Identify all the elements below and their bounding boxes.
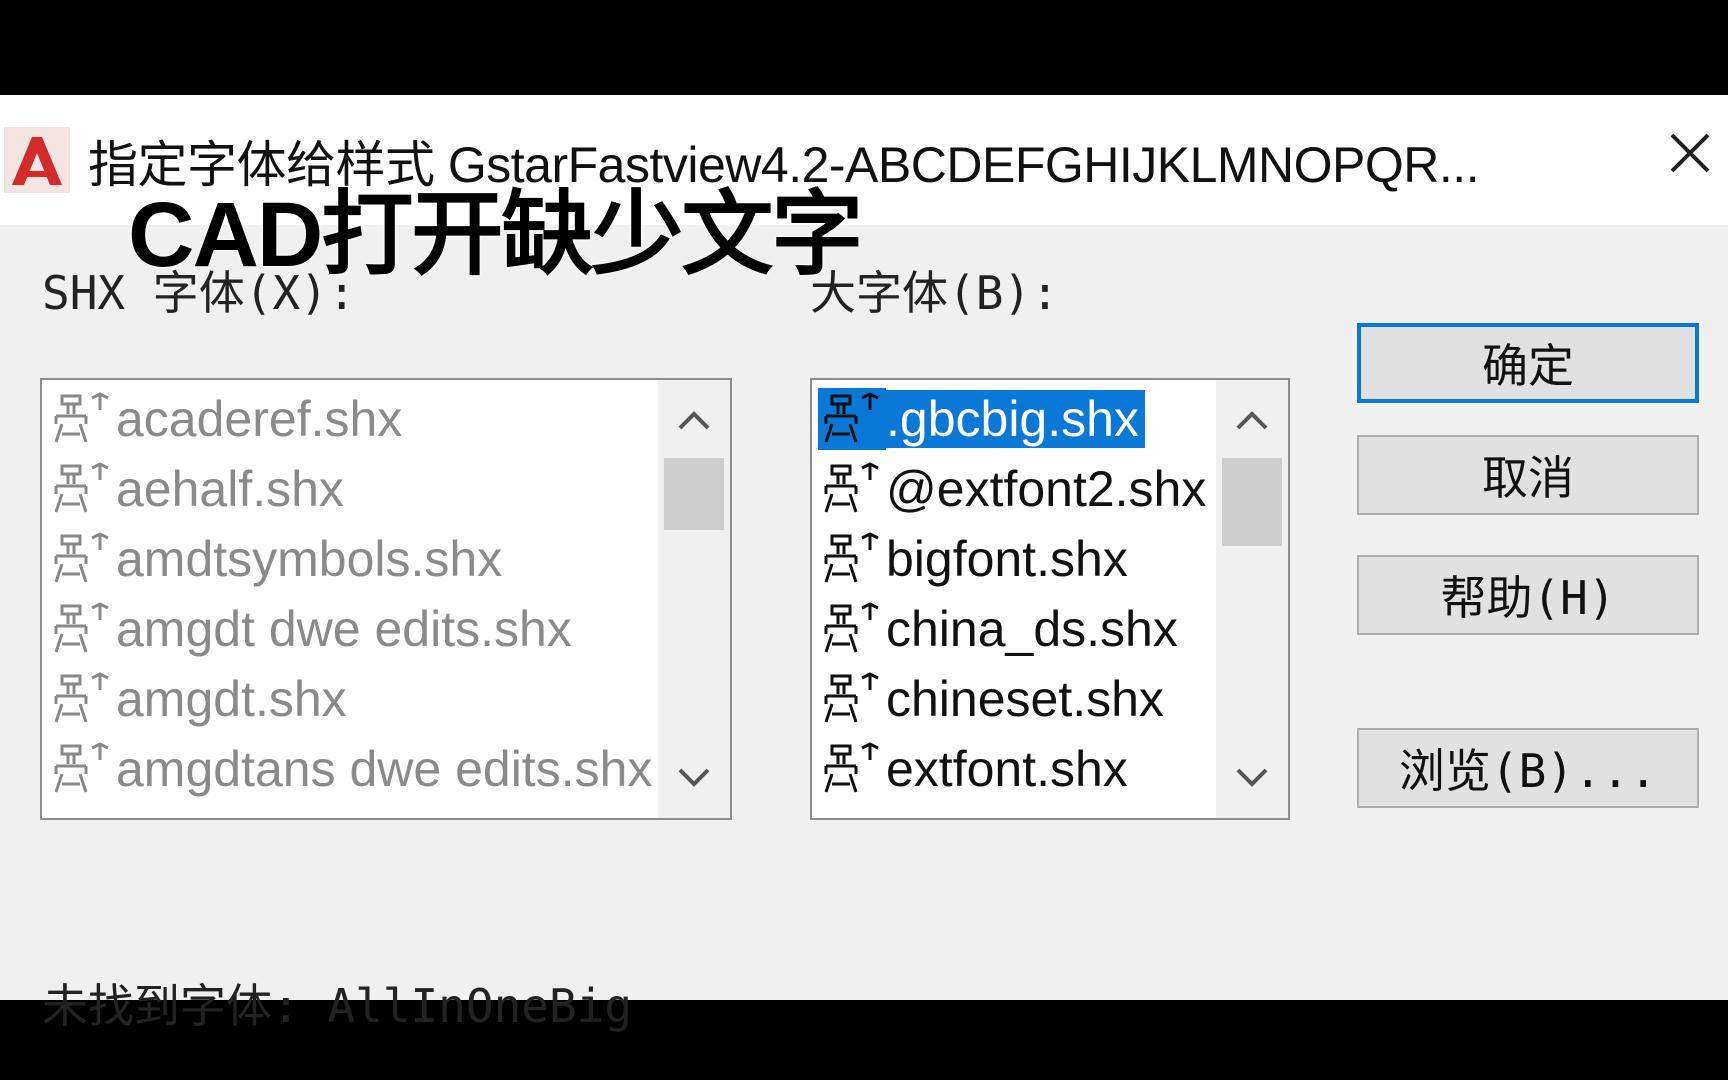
scroll-thumb[interactable] (1222, 458, 1282, 546)
list-item-label: amdtsymbols.shx (116, 531, 503, 587)
close-icon[interactable] (1660, 123, 1720, 183)
list-item[interactable]: @extfont2.shx (812, 454, 1214, 524)
list-item-label: amgdt dwe edits.shx (116, 601, 572, 657)
scroll-down-icon[interactable] (658, 742, 730, 812)
cancel-button[interactable]: 取消 (1357, 435, 1699, 515)
browse-button[interactable]: 浏览(B)... (1357, 728, 1699, 808)
list-item-label: bigfont.shx (886, 531, 1128, 587)
help-button[interactable]: 帮助(H) (1357, 555, 1699, 635)
list-item-label: extfont.shx (886, 741, 1128, 797)
missing-font-value: AllInOneBig (327, 979, 633, 1033)
big-font-list[interactable]: .gbcbig.shx @extfont2.shx bigfont.shx china… (810, 378, 1290, 820)
list-item[interactable]: extfont.shx (812, 734, 1214, 804)
list-item[interactable]: china_ds.shx (812, 594, 1214, 664)
list-item[interactable]: .gbcbig.shx (812, 384, 1214, 454)
shx-font-file-icon (818, 388, 886, 450)
list-item[interactable]: acaderef.shx (42, 384, 656, 454)
list-item-label: chineset.shx (886, 671, 1164, 727)
autocad-a-icon (4, 127, 70, 193)
list-item[interactable]: bigfont.shx (812, 524, 1214, 594)
scroll-thumb[interactable] (664, 458, 724, 530)
shx-font-file-icon (818, 738, 880, 800)
ok-button[interactable]: 确定 (1357, 323, 1699, 403)
list-item[interactable]: aehalf.shx (42, 454, 656, 524)
shx-font-file-icon (818, 528, 880, 590)
shx-font-file-icon (48, 668, 110, 730)
scroll-down-icon[interactable] (1216, 742, 1288, 812)
font-dialog: 指定字体给样式 GstarFastview4.2-ABCDEFGHIJKLMNO… (0, 95, 1728, 1033)
list-item[interactable]: chineset.shx (812, 664, 1214, 734)
shx-font-label: SHX 字体(X): (42, 266, 356, 320)
list-item-label: china_ds.shx (886, 601, 1178, 657)
list-item-label: amgdt.shx (116, 671, 347, 727)
big-font-scrollbar[interactable] (1216, 380, 1288, 818)
list-item[interactable]: amgdtans dwe edits.shx (42, 734, 656, 804)
list-item[interactable]: amgdt dwe edits.shx (42, 594, 656, 664)
list-item-label: .gbcbig.shx (886, 390, 1145, 448)
scroll-up-icon[interactable] (1216, 384, 1288, 454)
big-font-label: 大字体(B): (810, 266, 1059, 320)
shx-font-file-icon (48, 528, 110, 590)
scroll-up-icon[interactable] (658, 384, 730, 454)
shx-font-file-icon (48, 738, 110, 800)
shx-font-file-icon (818, 598, 880, 660)
shx-font-file-icon (48, 458, 110, 520)
list-item-label: acaderef.shx (116, 391, 403, 447)
list-item-label: aehalf.shx (116, 461, 344, 517)
list-item-label: amgdtans dwe edits.shx (116, 741, 653, 797)
shx-font-file-icon (818, 668, 880, 730)
list-item[interactable]: amdtsymbols.shx (42, 524, 656, 594)
shx-font-file-icon (48, 598, 110, 660)
missing-font-status: 未找到字体: AllInOneBig (42, 970, 632, 1036)
missing-font-label: 未找到字体: (42, 979, 300, 1033)
shx-font-file-icon (818, 458, 880, 520)
shx-font-scrollbar[interactable] (658, 380, 730, 818)
list-item-label: @extfont2.shx (886, 461, 1207, 517)
shx-font-list[interactable]: acaderef.shx aehalf.shx amdtsymbols.shx amg… (40, 378, 732, 820)
shx-font-file-icon (48, 388, 110, 450)
list-item[interactable]: amgdt.shx (42, 664, 656, 734)
